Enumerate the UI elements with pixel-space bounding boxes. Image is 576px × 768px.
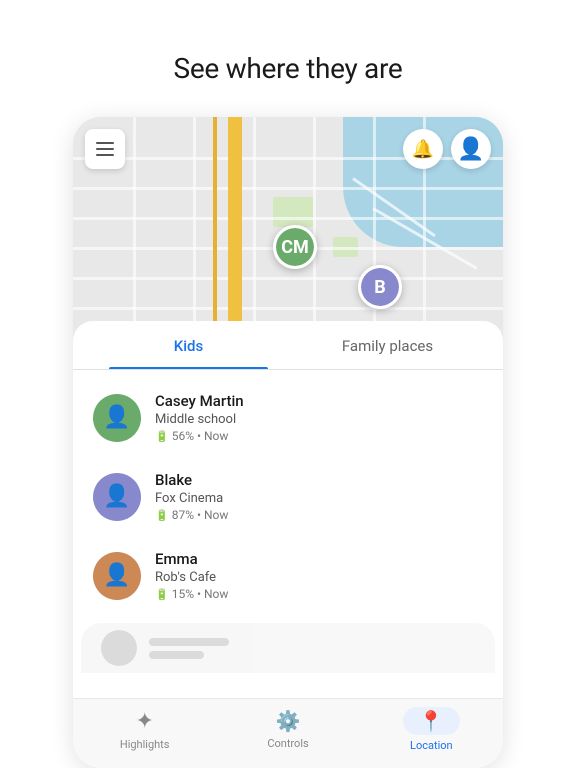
- map-pin-blake[interactable]: B: [358, 265, 402, 309]
- casey-battery: 56% • Now: [172, 429, 229, 443]
- next-card-hint: [81, 623, 495, 673]
- blake-info: Blake Fox Cinema 🔋 87% • Now: [155, 471, 228, 522]
- map-road-h6: [73, 307, 503, 310]
- location-label: Location: [410, 739, 453, 752]
- map-pin-casey[interactable]: CM: [273, 225, 317, 269]
- list-item[interactable]: 👤 Blake Fox Cinema 🔋 87% • Now: [73, 457, 503, 536]
- blake-status: 🔋 87% • Now: [155, 508, 228, 522]
- hamburger-line-1: [96, 142, 114, 144]
- map-action-buttons: 🔔 👤: [403, 129, 491, 169]
- emma-battery: 15% • Now: [172, 587, 229, 601]
- tab-family-places[interactable]: Family places: [288, 321, 487, 369]
- menu-button[interactable]: [85, 129, 125, 169]
- blake-avatar: 👤: [93, 473, 141, 521]
- casey-name: Casey Martin: [155, 392, 244, 410]
- controls-label: Controls: [267, 737, 308, 750]
- controls-icon: ⚙️: [276, 709, 301, 733]
- map-park-1: [273, 197, 313, 227]
- list-item[interactable]: 👤 Casey Martin Middle school 🔋 56% • Now: [73, 378, 503, 457]
- tab-kids[interactable]: Kids: [89, 321, 288, 369]
- hint-avatar: [101, 630, 137, 666]
- casey-avatar-pin: CM: [276, 228, 314, 266]
- profile-icon: 👤: [457, 137, 484, 162]
- hint-lines: [149, 638, 229, 659]
- hamburger-line-2: [96, 148, 114, 150]
- highlights-icon: ✦: [135, 709, 153, 734]
- casey-location: Middle school: [155, 412, 244, 427]
- list-item[interactable]: 👤 Emma Rob's Cafe 🔋 15% • Now: [73, 536, 503, 615]
- map-road-h3: [73, 217, 503, 220]
- hamburger-line-3: [96, 154, 114, 156]
- location-icon-bg: 📍: [403, 707, 460, 735]
- tab-bar: Kids Family places: [73, 321, 503, 370]
- avatar-initials: 👤: [103, 405, 130, 430]
- profile-button[interactable]: 👤: [451, 129, 491, 169]
- emma-info: Emma Rob's Cafe 🔋 15% • Now: [155, 550, 228, 601]
- casey-info: Casey Martin Middle school 🔋 56% • Now: [155, 392, 244, 443]
- blake-name: Blake: [155, 471, 228, 489]
- casey-status: 🔋 56% • Now: [155, 429, 244, 443]
- battery-icon: 🔋: [155, 509, 169, 522]
- blake-battery: 87% • Now: [172, 508, 229, 522]
- emma-name: Emma: [155, 550, 228, 568]
- map-road-h5: [73, 277, 503, 280]
- map-toolbar: 🔔 👤: [85, 129, 491, 169]
- map-area: 🔔 👤 CM B: [73, 117, 503, 337]
- emma-avatar: 👤: [93, 552, 141, 600]
- nav-item-controls[interactable]: ⚙️ Controls: [216, 709, 359, 750]
- bell-icon: 🔔: [412, 139, 434, 160]
- nav-item-location[interactable]: 📍 Location: [360, 707, 503, 752]
- bottom-nav: ✦ Highlights ⚙️ Controls 📍 Location: [73, 698, 503, 768]
- battery-icon: 🔋: [155, 588, 169, 601]
- highlights-label: Highlights: [120, 738, 170, 751]
- avatar-initials: 👤: [103, 484, 130, 509]
- hint-line-1: [149, 638, 229, 646]
- avatar-initials: 👤: [103, 563, 130, 588]
- page-title: See where they are: [174, 52, 403, 85]
- emma-status: 🔋 15% • Now: [155, 587, 228, 601]
- blake-avatar-pin: B: [361, 268, 399, 306]
- location-icon: 📍: [419, 709, 444, 733]
- card-panel: Kids Family places 👤 Casey Martin Middle…: [73, 321, 503, 698]
- emma-location: Rob's Cafe: [155, 570, 228, 585]
- blake-location: Fox Cinema: [155, 491, 228, 506]
- battery-icon: 🔋: [155, 430, 169, 443]
- kids-list: 👤 Casey Martin Middle school 🔋 56% • Now…: [73, 370, 503, 623]
- phone-frame: 🔔 👤 CM B Kids Family places: [73, 117, 503, 768]
- nav-item-highlights[interactable]: ✦ Highlights: [73, 709, 216, 751]
- casey-avatar: 👤: [93, 394, 141, 442]
- hint-line-2: [149, 651, 204, 659]
- notification-button[interactable]: 🔔: [403, 129, 443, 169]
- map-road-h2: [73, 187, 503, 190]
